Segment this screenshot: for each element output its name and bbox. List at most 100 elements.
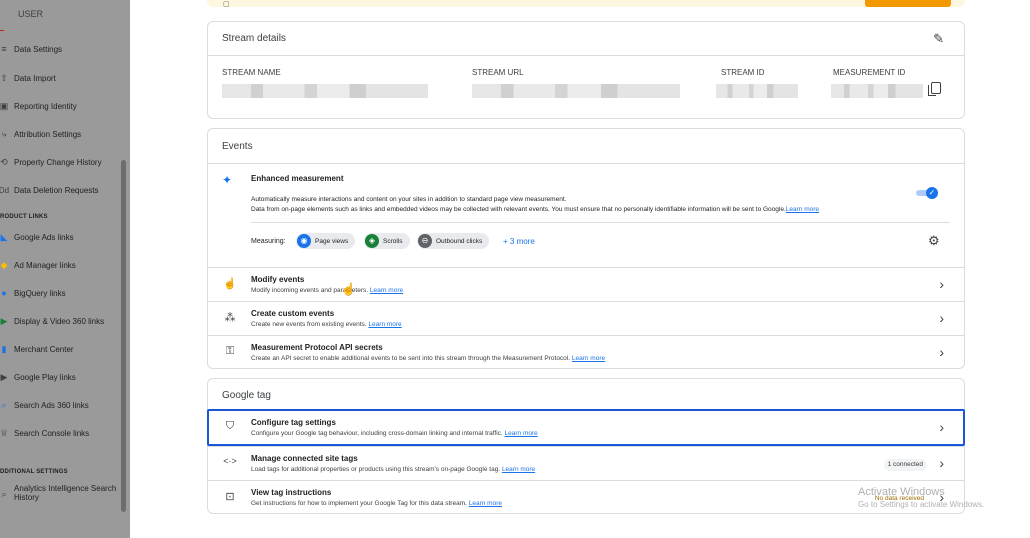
ad-manager-icon: ◆ xyxy=(0,259,8,270)
chevron-right-icon: › xyxy=(939,344,944,360)
edit-icon[interactable]: ✎ xyxy=(933,31,944,47)
chevron-right-icon: › xyxy=(939,276,944,292)
sidebar-item-ad-manager-links[interactable]: ◆ Ad Manager links xyxy=(0,255,122,275)
enhanced-measurement-desc-line2: Data from on-page elements such as links… xyxy=(251,206,786,213)
sidebar-item-reporting-identity[interactable]: ▣ Reporting Identity xyxy=(0,96,122,116)
sidebar-item-dv360-links[interactable]: ▶ Display & Video 360 links xyxy=(0,311,122,331)
sidebar-section-user: USER xyxy=(18,9,44,19)
google-tag-card: Google tag ⛉ Configure tag settings Conf… xyxy=(207,378,965,514)
measuring-label: Measuring: xyxy=(251,238,286,245)
copy-icon[interactable] xyxy=(928,82,941,96)
stream-id-label: STREAM ID xyxy=(721,68,765,77)
enhanced-measurement-toggle[interactable]: ✓ xyxy=(916,187,938,199)
row-title: Manage connected site tags xyxy=(251,454,358,463)
admin-sidebar: USER ≡ Data Settings ⇧ Data Import ▣ Rep… xyxy=(0,0,130,538)
learn-more-link[interactable]: Learn more xyxy=(368,321,401,328)
stream-details-title: Stream details xyxy=(222,33,286,44)
learn-more-link[interactable]: Learn more xyxy=(572,355,605,362)
learn-more-link[interactable]: Learn more xyxy=(786,206,819,213)
sidebar-item-label: Search Ads 360 links xyxy=(14,400,89,410)
row-desc-text: Load tags for additional properties or p… xyxy=(251,466,501,473)
row-description: Modify incoming events and parameters. L… xyxy=(251,287,403,294)
code-icon: <·> xyxy=(223,456,237,466)
sidebar-item-label: Data Settings xyxy=(14,44,63,54)
chip-outbound-clicks: ⊖ Outbound clicks xyxy=(417,233,490,249)
divider xyxy=(0,30,4,31)
chip-page-views: ◉ Page views xyxy=(296,233,356,249)
sparkle-icon: ✦ xyxy=(222,173,233,187)
sidebar-item-label: Search Console links xyxy=(14,428,90,438)
chevron-right-icon: › xyxy=(939,310,944,326)
row-desc-text: Create new events from existing events. xyxy=(251,321,367,328)
divider xyxy=(208,163,964,164)
row-measurement-protocol-secrets[interactable]: ⚿ Measurement Protocol API secrets Creat… xyxy=(208,336,964,369)
enhanced-measurement-title: Enhanced measurement xyxy=(251,174,344,183)
more-events-link[interactable]: + 3 more xyxy=(503,237,535,246)
sidebar-item-label: Property Change History xyxy=(14,157,102,167)
row-description: Create an API secret to enable additiona… xyxy=(251,355,605,362)
instructions-icon: ⊡ xyxy=(225,491,235,503)
sidebar-item-search-ads-360-links[interactable]: ⌕ Search Ads 360 links xyxy=(0,395,122,415)
row-title: Measurement Protocol API secrets xyxy=(251,343,383,352)
row-description: Get instructions for how to implement yo… xyxy=(251,500,502,507)
stream-id-value-redacted xyxy=(716,84,798,98)
chip-label: Scrolls xyxy=(383,237,403,245)
attribution-icon: ⤷ xyxy=(1,128,7,139)
key-icon: ⚿ xyxy=(225,345,235,357)
history-icon: ⟲ xyxy=(0,156,8,167)
info-icon: ▢ xyxy=(223,1,230,8)
stream-name-value-redacted xyxy=(222,84,428,98)
learn-more-link[interactable]: Learn more xyxy=(502,466,535,473)
sidebar-item-google-ads-links[interactable]: ◣ Google Ads links xyxy=(0,227,122,247)
chip-scrolls: ◈ Scrolls xyxy=(364,233,410,249)
sidebar-item-attribution-settings[interactable]: ⤷ Attribution Settings xyxy=(0,124,122,144)
sidebar-item-data-settings[interactable]: ≡ Data Settings xyxy=(0,39,122,59)
search-console-icon: ♕ xyxy=(0,427,9,438)
stream-name-label: STREAM NAME xyxy=(222,68,281,77)
row-view-tag-instructions[interactable]: ⊡ View tag instructions Get instructions… xyxy=(208,481,964,514)
sidebar-item-label: Display & Video 360 links xyxy=(14,316,105,326)
sidebar-heading-additional-settings: DDITIONAL SETTINGS xyxy=(0,469,68,475)
gear-icon[interactable]: ⚙ xyxy=(928,233,940,249)
sidebar-item-label: BigQuery links xyxy=(14,288,66,298)
learn-more-link[interactable]: Learn more xyxy=(370,287,403,294)
sidebar-item-merchant-center[interactable]: ▮ Merchant Center xyxy=(0,339,122,359)
row-create-custom-events[interactable]: ⁂ Create custom events Create new events… xyxy=(208,302,964,335)
sidebar-item-property-change-history[interactable]: ⟲ Property Change History xyxy=(0,152,122,172)
stream-url-value-redacted xyxy=(472,84,680,98)
banner-action-button[interactable] xyxy=(865,0,951,7)
measurement-id-value-redacted xyxy=(831,84,923,98)
search-ads-icon: ⌕ xyxy=(1,399,7,410)
divider xyxy=(251,222,950,223)
sidebar-item-data-deletion-requests[interactable]: Dd Data Deletion Requests xyxy=(0,180,122,200)
chevron-right-icon: › xyxy=(939,455,944,471)
google-play-icon: ▶ xyxy=(0,371,8,382)
sidebar-item-label: Google Ads links xyxy=(14,232,74,242)
sidebar-item-label: Merchant Center xyxy=(14,344,74,354)
sidebar-scrollbar[interactable] xyxy=(121,160,126,512)
sidebar-item-label: Analytics Intelligence Search History xyxy=(14,484,116,502)
check-icon: ✓ xyxy=(926,187,938,199)
learn-more-link[interactable]: Learn more xyxy=(469,500,502,507)
row-description: Create new events from existing events. … xyxy=(251,321,402,328)
hand-cursor-icon: ☝ xyxy=(341,282,356,296)
sidebar-item-label: Data Deletion Requests xyxy=(14,185,99,195)
row-modify-events[interactable]: ☝ Modify events Modify incoming events a… xyxy=(208,268,964,301)
lock-icon: ⊖ xyxy=(418,234,432,248)
sidebar-item-search-console-links[interactable]: ♕ Search Console links xyxy=(0,423,122,443)
notification-banner: ▢ xyxy=(207,0,965,8)
events-title: Events xyxy=(222,141,253,152)
sidebar-item-label: Google Play links xyxy=(14,372,76,382)
row-title: Create custom events xyxy=(251,309,335,318)
sidebar-item-data-import[interactable]: ⇧ Data Import xyxy=(0,68,122,88)
watermark-line2: Go to Settings to activate Windows. xyxy=(858,500,985,509)
row-manage-connected-site-tags[interactable]: <·> Manage connected site tags Load tags… xyxy=(208,447,964,480)
main-content: ▢ Stream details ✎ STREAM NAME STREAM UR… xyxy=(130,0,1030,538)
sidebar-item-google-play-links[interactable]: ▶ Google Play links xyxy=(0,367,122,387)
sidebar-item-bigquery-links[interactable]: ● BigQuery links xyxy=(0,283,122,303)
chip-label: Page views xyxy=(315,237,349,245)
sidebar-item-analytics-intelligence-history[interactable]: ⌕ Analytics Intelligence Search History xyxy=(0,484,122,508)
sidebar-item-label: Reporting Identity xyxy=(14,101,77,111)
measurement-id-label: MEASUREMENT ID xyxy=(833,68,906,77)
google-ads-icon: ◣ xyxy=(0,231,8,242)
